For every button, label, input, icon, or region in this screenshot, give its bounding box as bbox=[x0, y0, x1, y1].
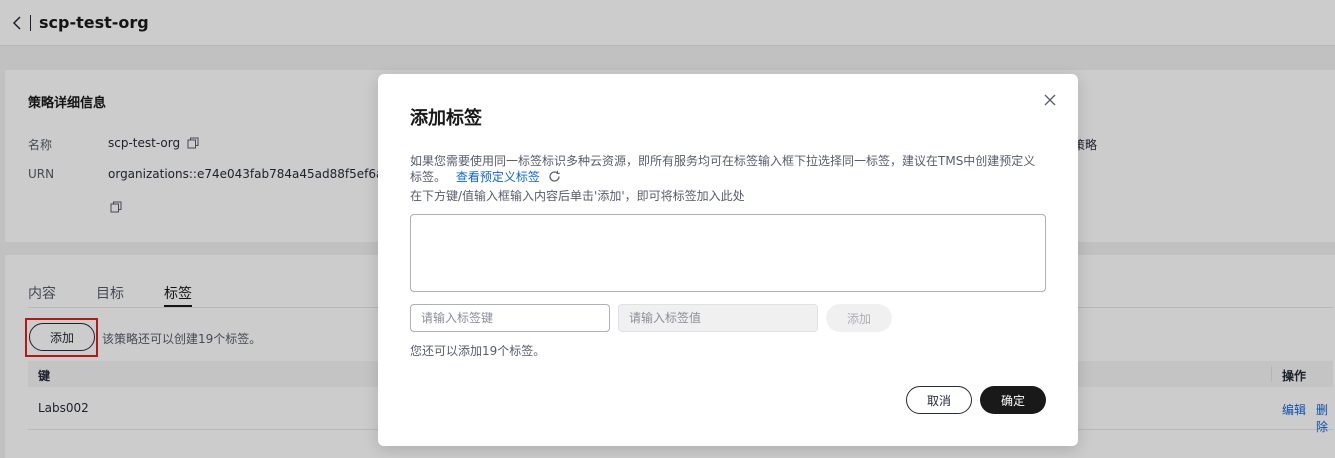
description-line2: 标签。 bbox=[410, 170, 447, 184]
add-tag-dialog: 添加标签 如果您需要使用同一标签标识多种云资源，即所有服务均可在标签输入框下拉选… bbox=[378, 74, 1078, 446]
tag-value-input[interactable] bbox=[618, 304, 818, 332]
tag-key-input[interactable] bbox=[410, 304, 610, 332]
dialog-title: 添加标签 bbox=[410, 108, 482, 129]
added-tags-area bbox=[410, 214, 1046, 292]
cancel-button[interactable]: 取消 bbox=[906, 386, 972, 414]
description-line1: 如果您需要使用同一标签标识多种云资源，即所有服务均可在标签输入框下拉选择同一标签… bbox=[410, 154, 1036, 168]
confirm-button[interactable]: 确定 bbox=[980, 386, 1046, 414]
close-icon[interactable] bbox=[1044, 94, 1056, 106]
dialog-description: 如果您需要使用同一标签标识多种云资源，即所有服务均可在标签输入框下拉选择同一标签… bbox=[410, 153, 1050, 185]
dialog-instruction: 在下方键/值输入框输入内容后单击'添加'，即可将标签加入此处 bbox=[410, 189, 745, 203]
refresh-icon[interactable] bbox=[548, 170, 561, 183]
add-button-disabled[interactable]: 添加 bbox=[826, 304, 892, 332]
remaining-tags-hint: 您还可以添加19个标签。 bbox=[410, 344, 546, 358]
view-predefined-tags-link[interactable]: 查看预定义标签 bbox=[456, 170, 540, 184]
